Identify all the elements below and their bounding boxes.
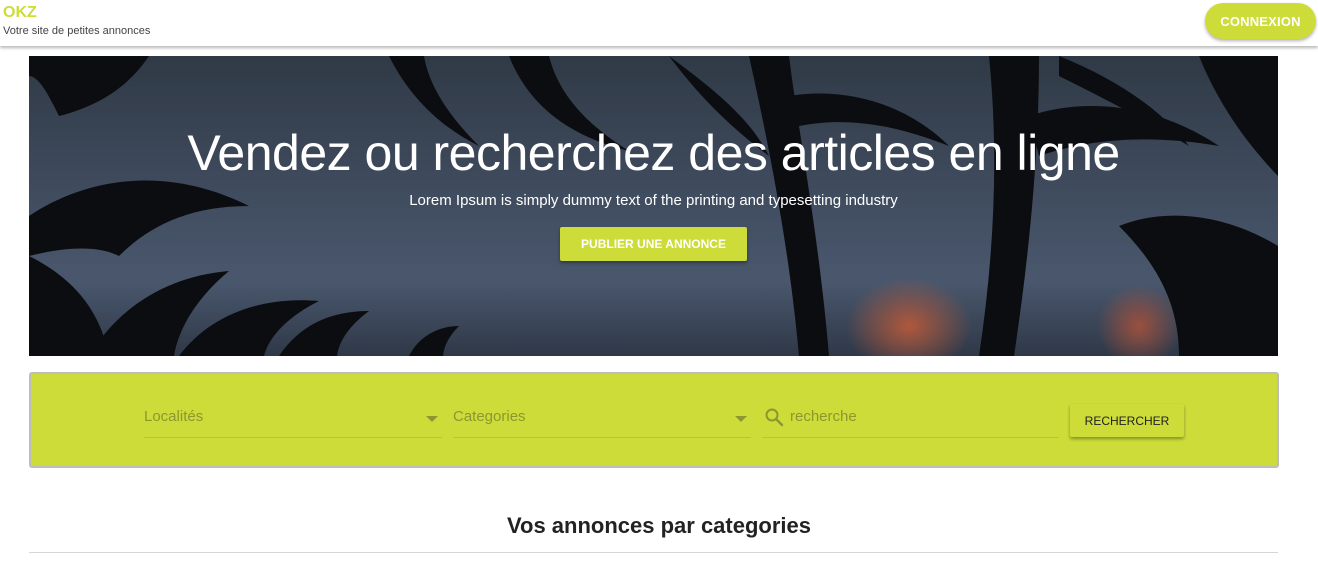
location-select[interactable]: Localités bbox=[144, 400, 442, 438]
publish-ad-button[interactable]: PUBLIER UNE ANNONCE bbox=[560, 227, 747, 261]
search-panel: Localités Categories recherche RECHERCHE… bbox=[29, 372, 1279, 468]
category-select[interactable]: Categories bbox=[453, 400, 751, 438]
categories-heading: Vos annonces par categories bbox=[506, 513, 812, 538]
search-placeholder: recherche bbox=[790, 408, 857, 425]
hero-title: Vendez ou recherchez des articles en lig… bbox=[187, 125, 1120, 181]
brand[interactable]: OKZ Votre site de petites annonces bbox=[3, 4, 150, 38]
hero-subtitle: Lorem Ipsum is simply dummy text of the … bbox=[409, 192, 898, 209]
divider bbox=[29, 552, 1278, 553]
brand-name[interactable]: OKZ bbox=[3, 4, 150, 22]
search-button[interactable]: RECHERCHER bbox=[1070, 404, 1184, 437]
hero-banner: Vendez ou recherchez des articles en lig… bbox=[29, 56, 1278, 356]
search-input[interactable]: recherche bbox=[762, 400, 1059, 438]
brand-tagline: Votre site de petites annonces bbox=[3, 25, 151, 37]
hero-content: Vendez ou recherchez des articles en lig… bbox=[29, 56, 1278, 356]
location-placeholder: Localités bbox=[144, 408, 204, 425]
search-icon bbox=[765, 408, 784, 427]
caret-down-icon bbox=[426, 416, 438, 422]
login-button[interactable]: CONNEXION bbox=[1205, 3, 1316, 39]
category-placeholder: Categories bbox=[453, 408, 526, 425]
caret-down-icon bbox=[735, 416, 747, 422]
top-bar: OKZ Votre site de petites annonces CONNE… bbox=[0, 0, 1318, 46]
